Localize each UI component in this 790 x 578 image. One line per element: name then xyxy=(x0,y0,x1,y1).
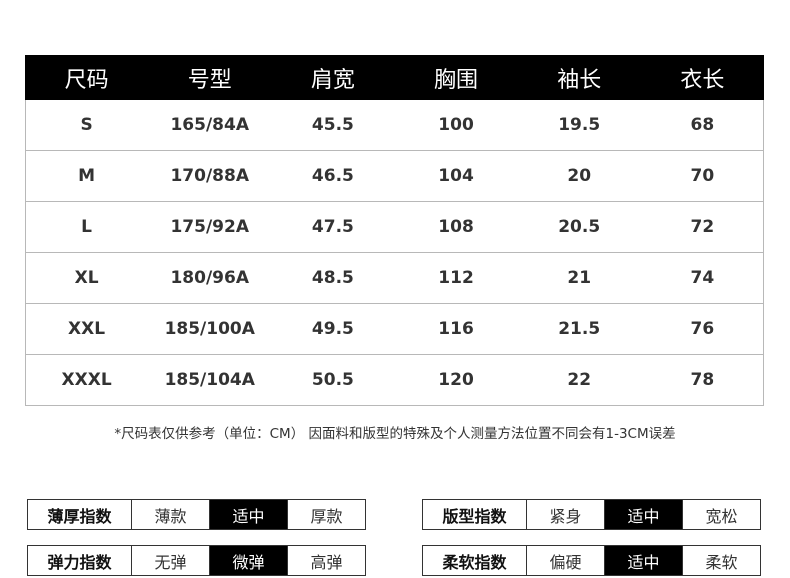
cell-length: 76 xyxy=(640,303,764,355)
cell-sleeve: 21 xyxy=(517,252,641,304)
softness-option-firm: 偏硬 xyxy=(526,546,604,575)
elasticity-option-none: 无弹 xyxy=(131,546,209,575)
cell-shoulder: 46.5 xyxy=(271,150,395,202)
softness-index-label: 柔软指数 xyxy=(442,552,507,572)
size-note: *尺码表仅供参考（单位：CM） 因面料和版型的特殊及个人测量方法位置不同会有1-… xyxy=(114,426,676,442)
cell-shoulder: 48.5 xyxy=(271,252,395,304)
cell-shoulder: 47.5 xyxy=(271,201,395,253)
table-row: S 165/84A 45.5 100 19.5 68 xyxy=(25,100,764,151)
cell-size: S xyxy=(25,100,149,151)
elasticity-index: 弹力指数 无弹 微弹 高弹 xyxy=(27,545,366,576)
elasticity-option-high: 高弹 xyxy=(287,546,365,575)
table-row: XL 180/96A 48.5 112 21 74 xyxy=(25,252,764,304)
cell-length: 78 xyxy=(690,370,715,390)
cell-sleeve: 21.5 xyxy=(517,303,641,355)
thickness-option-medium: 适中 xyxy=(209,500,287,529)
softness-option-soft: 柔软 xyxy=(682,546,760,575)
thickness-option-thick: 厚款 xyxy=(287,500,365,529)
header-shoulder: 肩宽 xyxy=(271,55,395,100)
table-header-row: 尺码 号型 肩宽 胸围 袖长 衣长 xyxy=(25,55,764,100)
fit-option-regular: 适中 xyxy=(604,500,682,529)
cell-chest: 120 xyxy=(438,370,474,390)
cell-chest: 112 xyxy=(394,252,518,304)
cell-chest: 100 xyxy=(394,100,518,151)
cell-size: XXXL xyxy=(61,370,112,390)
fit-index: 版型指数 紧身 适中 宽松 xyxy=(422,499,761,530)
cell-model: 165/84A xyxy=(148,100,272,151)
elasticity-option-slight: 微弹 xyxy=(209,546,287,575)
cell-size: M xyxy=(25,150,149,202)
cell-sleeve: 22 xyxy=(567,370,592,390)
elasticity-index-label: 弹力指数 xyxy=(47,552,112,572)
cell-length: 74 xyxy=(640,252,764,304)
cell-model: 180/96A xyxy=(148,252,272,304)
fit-index-label: 版型指数 xyxy=(442,506,507,526)
cell-model: 185/100A xyxy=(148,303,272,355)
table-row: L 175/92A 47.5 108 20.5 72 xyxy=(25,201,764,253)
cell-sleeve: 19.5 xyxy=(517,100,641,151)
cell-chest: 108 xyxy=(394,201,518,253)
cell-sleeve: 20.5 xyxy=(517,201,641,253)
header-model: 号型 xyxy=(148,55,272,100)
cell-length: 68 xyxy=(640,100,764,151)
header-length: 衣长 xyxy=(640,55,764,100)
cell-length: 70 xyxy=(640,150,764,202)
header-size: 尺码 xyxy=(25,55,149,100)
table-row: XXXL 185/104A 50.5 120 22 78 xyxy=(25,355,764,406)
softness-option-medium: 适中 xyxy=(604,546,682,575)
header-sleeve: 袖长 xyxy=(517,55,641,100)
header-chest: 胸围 xyxy=(394,55,518,100)
cell-chest: 104 xyxy=(394,150,518,202)
fit-option-slim: 紧身 xyxy=(526,500,604,529)
cell-size: XXL xyxy=(25,303,149,355)
cell-model: 185/104A xyxy=(164,370,255,390)
cell-chest: 116 xyxy=(394,303,518,355)
thickness-option-thin: 薄款 xyxy=(131,500,209,529)
cell-shoulder: 50.5 xyxy=(311,370,354,390)
cell-size: L xyxy=(25,201,149,253)
table-row: XXL 185/100A 49.5 116 21.5 76 xyxy=(25,303,764,355)
thickness-index: 薄厚指数 薄款 适中 厚款 xyxy=(27,499,366,530)
cell-sleeve: 20 xyxy=(517,150,641,202)
table-row: M 170/88A 46.5 104 20 70 xyxy=(25,150,764,202)
cell-shoulder: 49.5 xyxy=(271,303,395,355)
cell-length: 72 xyxy=(640,201,764,253)
cell-model: 175/92A xyxy=(148,201,272,253)
softness-index: 柔软指数 偏硬 适中 柔软 xyxy=(422,545,761,576)
cell-shoulder: 45.5 xyxy=(271,100,395,151)
cell-size: XL xyxy=(25,252,149,304)
cell-model: 170/88A xyxy=(148,150,272,202)
fit-option-loose: 宽松 xyxy=(682,500,760,529)
thickness-index-label: 薄厚指数 xyxy=(47,506,112,526)
size-chart-table: 尺码 号型 肩宽 胸围 袖长 衣长 S 165/84A 45.5 100 19.… xyxy=(25,55,764,405)
